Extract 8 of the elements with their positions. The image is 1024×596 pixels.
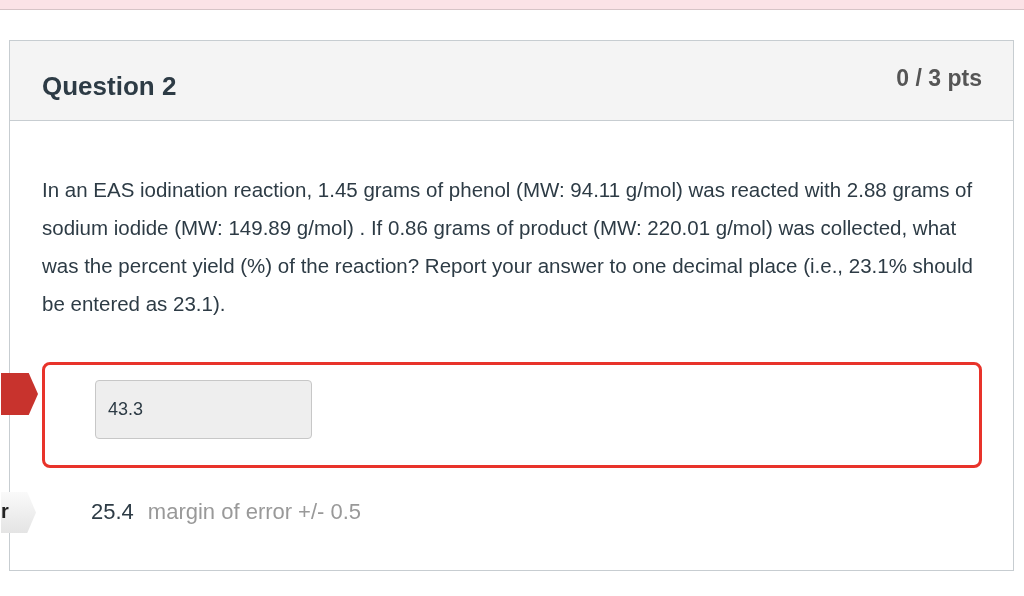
margin-label: margin of error: [147, 499, 293, 525]
margin-value: +/- 0.5: [298, 499, 362, 525]
points-label: 0 / 3 pts: [896, 65, 982, 92]
question-text: In an EAS iodination reaction, 1.45 grams of phenol (MW: 94.11 g/mol) was reacted with 2.88 grams of sodium iodide (MW: 149.89 g/mol) . If 0.86 grams of product (MW: 220.01 g/mol) was collected, what was the percent yield (%) of the reaction? Report your answer to one decimal place (i.e., 23.1% should be entered as 23.1).: [42, 177, 974, 317]
answer-field[interactable]: 43.3: [95, 380, 312, 439]
correct-answer-flag: r: [1, 492, 36, 533]
correct-answer-value: 25.4: [91, 499, 134, 525]
question-title: Question 2: [42, 71, 177, 102]
